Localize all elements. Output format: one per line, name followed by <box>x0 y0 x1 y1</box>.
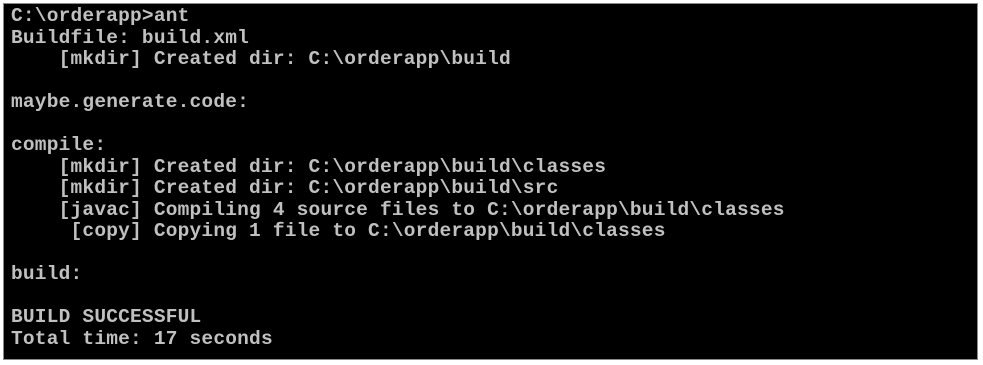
console-line-mkdir-classes: [mkdir] Created dir: C:\orderapp\build\c… <box>11 155 607 178</box>
console-line-blank <box>11 243 785 265</box>
console-line-blank <box>11 286 785 308</box>
console-line-mkdir-build: [mkdir] Created dir: C:\orderapp\build <box>11 48 511 70</box>
console-line-blank <box>11 114 785 136</box>
console-line-command: C:\orderapp>ant <box>11 5 190 27</box>
console-line-build-status: BUILD SUCCESSFUL <box>11 306 202 328</box>
console-line-copy: [copy] Copying 1 file to C:\orderapp\bui… <box>11 220 666 242</box>
console-line-mkdir-src: [mkdir] Created dir: C:\orderapp\build\s… <box>11 177 559 199</box>
console-line-total-time: Total time: 17 seconds <box>11 327 273 350</box>
console-line-buildfile: Buildfile: build.xml <box>11 26 250 49</box>
console-line-target-compile: compile: <box>11 134 107 156</box>
console-line-javac: [javac] Compiling 4 source files to C:\o… <box>11 198 785 221</box>
console-line-target-build: build: <box>11 263 83 285</box>
console-line-blank <box>11 71 785 93</box>
console-output: C:\orderapp>ant Buildfile: build.xml [mkd… <box>11 5 785 350</box>
console-line-target-maybe-generate-code: maybe.generate.code: <box>11 91 250 113</box>
console-window[interactable]: C:\orderapp>ant Buildfile: build.xml [mkd… <box>3 3 978 360</box>
